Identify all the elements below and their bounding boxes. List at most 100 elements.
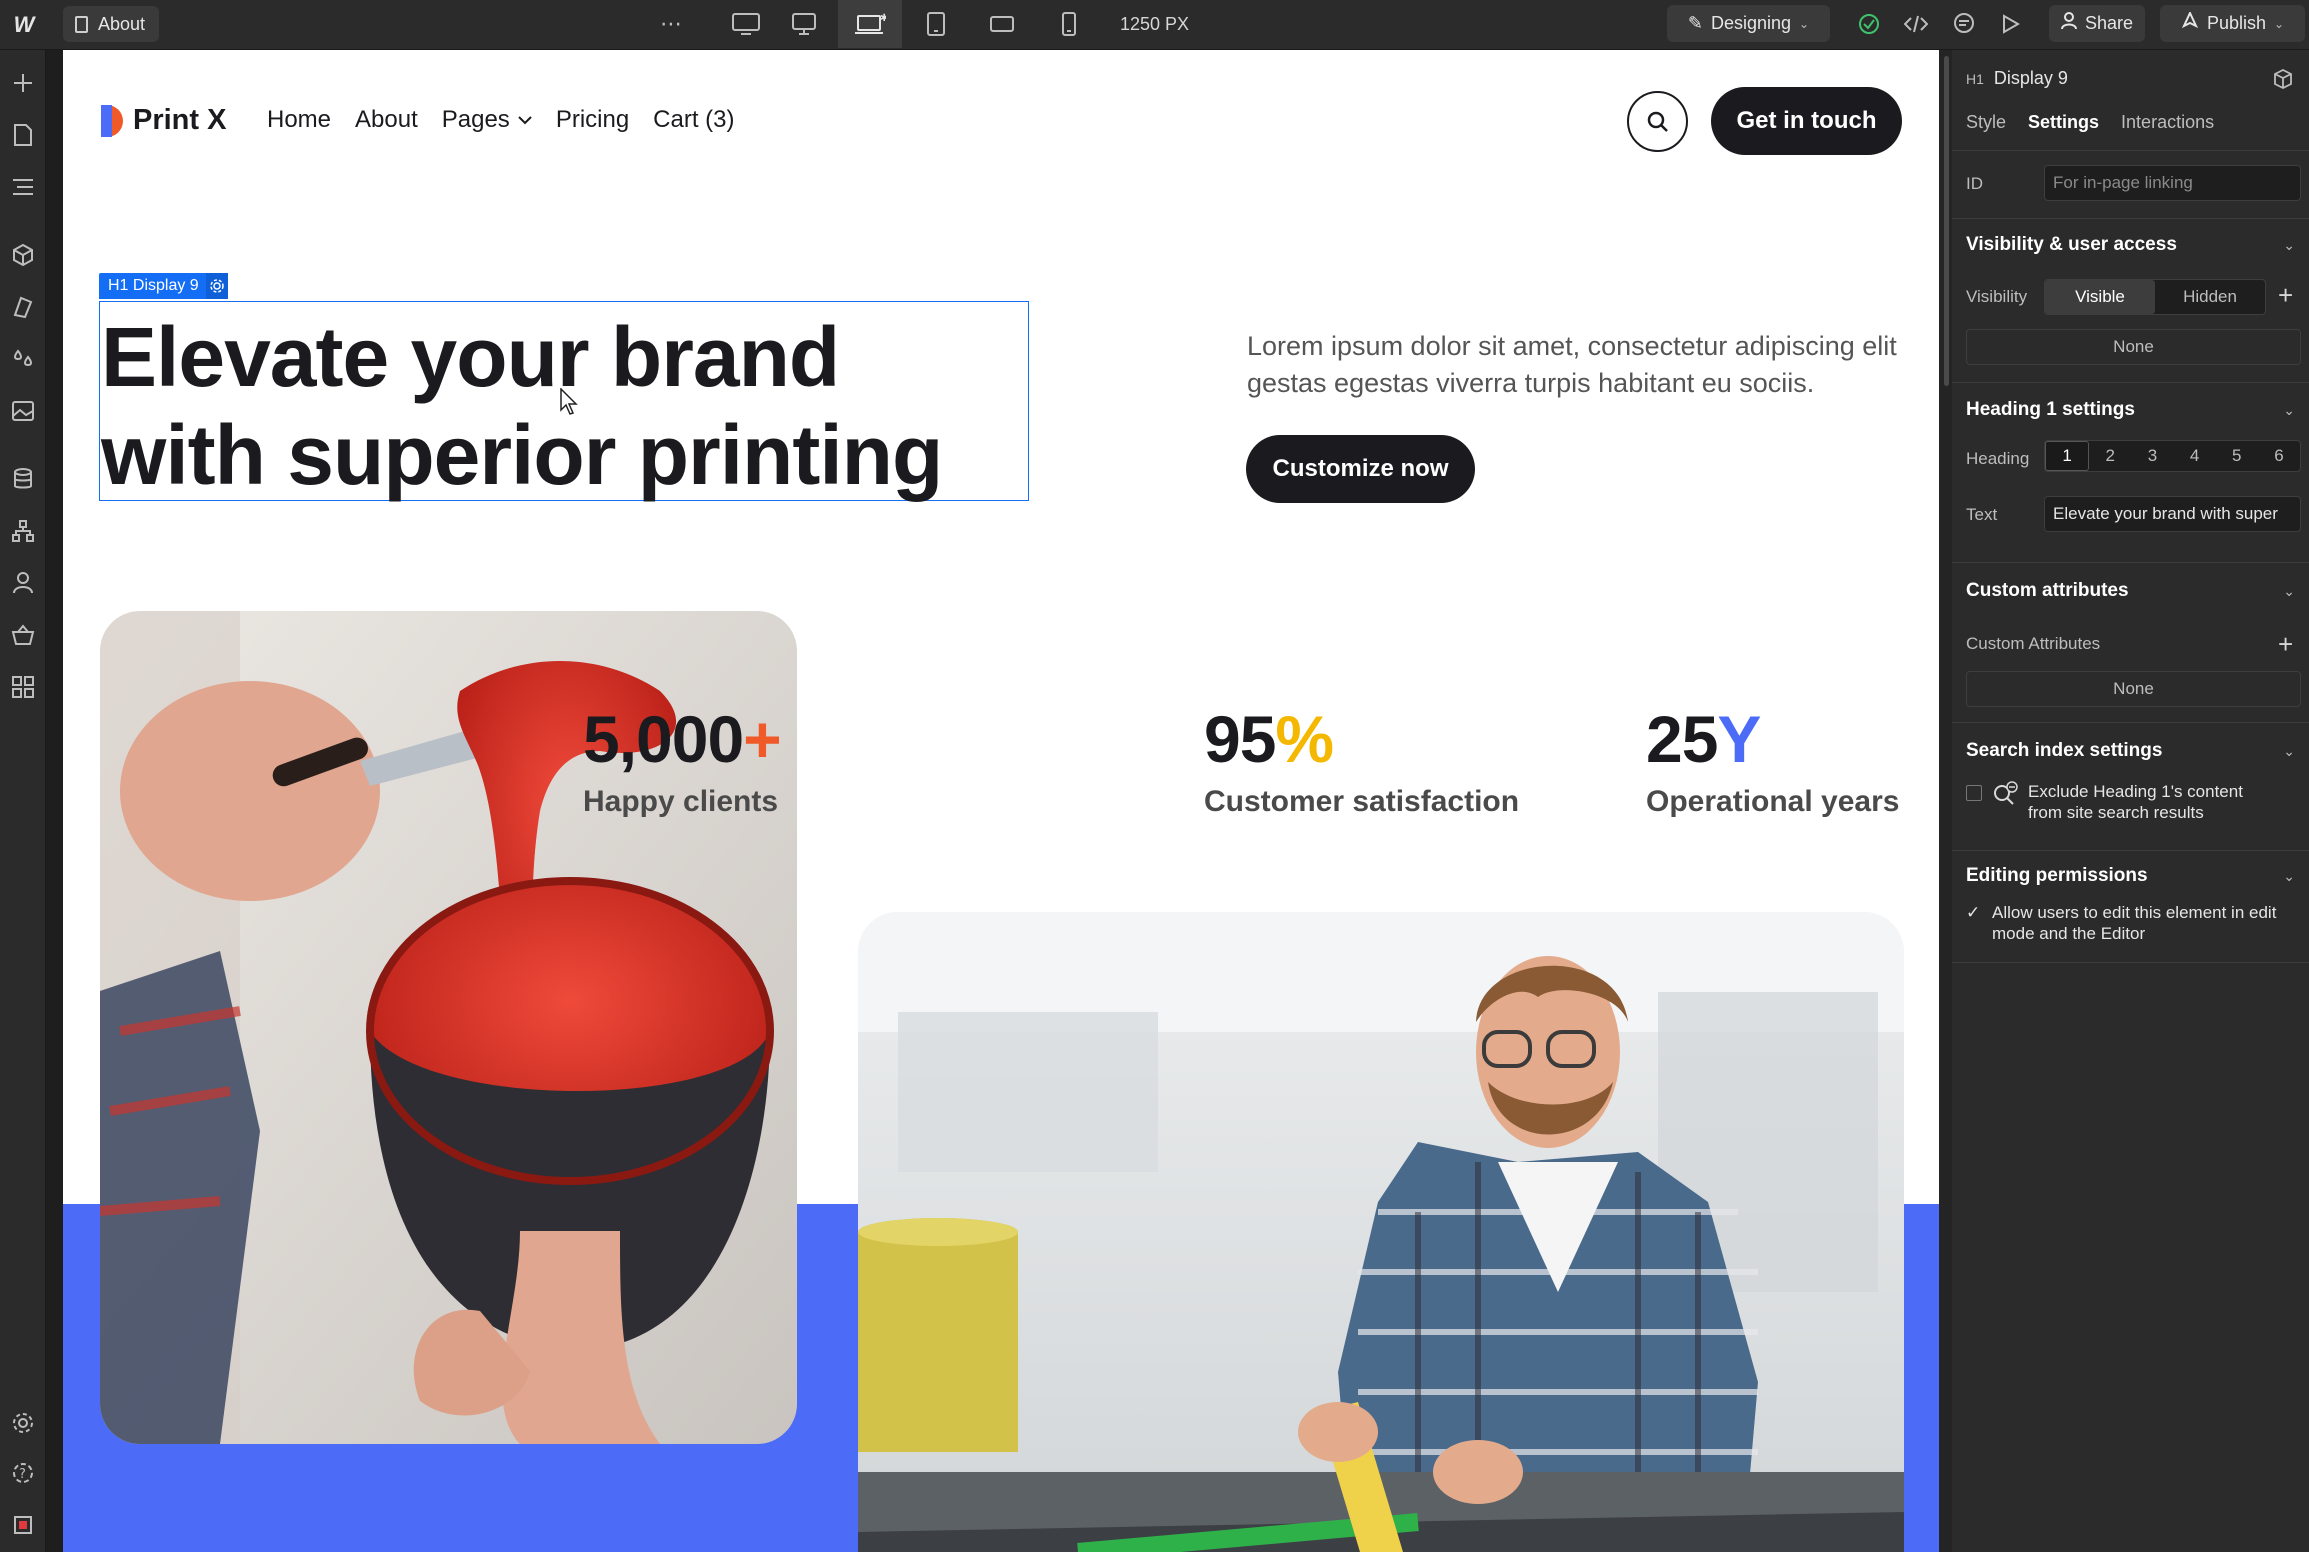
heading-text-field[interactable]: Elevate your brand with super bbox=[2044, 496, 2301, 532]
top-toolbar: W About ⋯ ✱ 1250 PX ✎ Designing ⌄ Share … bbox=[0, 0, 2309, 50]
webflow-logo-icon[interactable]: W bbox=[8, 10, 40, 40]
heading-level-4[interactable]: 4 bbox=[2174, 441, 2216, 471]
component-box-icon[interactable] bbox=[2272, 68, 2294, 95]
components-icon[interactable] bbox=[8, 240, 38, 270]
element-tag: H1 bbox=[1966, 70, 1984, 87]
allow-editing-option: ✓ Allow users to edit this element in ed… bbox=[1966, 902, 2282, 944]
user-icon bbox=[2060, 12, 2077, 35]
element-settings-gear-icon[interactable] bbox=[205, 273, 228, 299]
stat-operational-years: 25Y Operational years bbox=[1646, 698, 1899, 824]
share-button[interactable]: Share bbox=[2049, 5, 2145, 42]
navigator-icon[interactable] bbox=[8, 172, 38, 202]
nav-dropdown-pages[interactable]: Pages bbox=[442, 106, 532, 134]
custom-attributes-section-header[interactable]: Custom attributes ⌄ bbox=[1966, 580, 2295, 602]
heading-level-selector: 1 2 3 4 5 6 bbox=[2044, 440, 2301, 472]
breakpoint-desktop-icon[interactable] bbox=[780, 0, 828, 48]
custom-attributes-label: Custom Attributes bbox=[1966, 634, 2101, 653]
chevron-down-icon bbox=[518, 116, 532, 125]
stat-value: 5,000+ bbox=[583, 702, 782, 776]
heading-section-header[interactable]: Heading 1 settings ⌄ bbox=[1966, 399, 2295, 421]
selection-label[interactable]: H1 Display 9 bbox=[99, 273, 228, 299]
checkmark-icon[interactable]: ✓ bbox=[1966, 902, 1982, 944]
exclude-from-search-option: Exclude Heading 1's content from site se… bbox=[1966, 781, 2278, 823]
heading-level-1[interactable]: 1 bbox=[2045, 441, 2090, 471]
help-icon[interactable]: ? bbox=[8, 1458, 38, 1488]
variables-icon[interactable] bbox=[8, 344, 38, 374]
mouse-cursor-icon bbox=[560, 387, 580, 421]
stat-label: Operational years bbox=[1646, 785, 1900, 818]
nav-link-home[interactable]: Home bbox=[267, 106, 331, 134]
divider bbox=[1952, 382, 2309, 383]
users-icon[interactable] bbox=[8, 568, 38, 598]
visibility-label: Visibility bbox=[1966, 287, 2028, 306]
publish-button[interactable]: Publish ⌄ bbox=[2160, 5, 2305, 42]
styles-icon[interactable] bbox=[8, 292, 38, 322]
add-visibility-condition-icon[interactable]: + bbox=[2278, 282, 2293, 308]
visibility-conditions-empty: None bbox=[1966, 329, 2301, 365]
page-icon bbox=[75, 15, 88, 33]
comments-icon[interactable] bbox=[1948, 0, 1980, 48]
pages-icon[interactable] bbox=[8, 120, 38, 150]
preview-play-icon[interactable] bbox=[1997, 0, 2025, 48]
breakpoint-mobile-portrait-icon[interactable] bbox=[1045, 0, 1093, 48]
tab-interactions[interactable]: Interactions bbox=[2121, 112, 2214, 133]
add-custom-attribute-icon[interactable]: + bbox=[2278, 631, 2293, 657]
breakpoint-large-desktop-icon[interactable] bbox=[722, 0, 770, 48]
rocket-icon bbox=[2181, 10, 2199, 35]
heading-level-6[interactable]: 6 bbox=[2258, 441, 2300, 471]
nav-link-pricing[interactable]: Pricing bbox=[556, 106, 629, 134]
id-field[interactable]: For in-page linking bbox=[2044, 165, 2301, 201]
chevron-down-icon: ⌄ bbox=[1799, 16, 1810, 31]
site-logo[interactable]: Print X bbox=[101, 104, 226, 137]
visibility-section-title: Visibility & user access bbox=[1966, 234, 2177, 255]
settings-panel: H1 Display 9 Style Settings Interactions… bbox=[1952, 50, 2309, 1552]
logic-icon[interactable] bbox=[8, 516, 38, 546]
heading-text-label: Text bbox=[1966, 505, 1998, 524]
tab-settings[interactable]: Settings bbox=[2028, 112, 2099, 133]
visibility-visible-option[interactable]: Visible bbox=[2045, 280, 2155, 314]
heading-level-5[interactable]: 5 bbox=[2216, 441, 2258, 471]
chevron-down-icon: ⌄ bbox=[2283, 582, 2295, 599]
settings-gear-icon[interactable] bbox=[8, 1408, 38, 1438]
publish-label: Publish bbox=[2206, 13, 2266, 33]
mode-selector[interactable]: ✎ Designing ⌄ bbox=[1667, 5, 1830, 42]
tab-style[interactable]: Style bbox=[1966, 112, 2006, 133]
more-options-icon[interactable]: ⋯ bbox=[655, 0, 687, 48]
exclude-from-search-checkbox[interactable] bbox=[1966, 785, 1982, 801]
nav-link-about[interactable]: About bbox=[355, 106, 418, 134]
assets-icon[interactable] bbox=[8, 396, 38, 426]
editing-permissions-section-header[interactable]: Editing permissions ⌄ bbox=[1966, 865, 2295, 887]
record-icon[interactable] bbox=[8, 1510, 38, 1540]
design-canvas[interactable]: Print X Home About Pages Pricing Cart (3… bbox=[63, 50, 1939, 1552]
print-worker-photo[interactable] bbox=[858, 912, 1904, 1552]
brush-icon: ✎ bbox=[1687, 13, 1703, 33]
breakpoint-tablet-icon[interactable] bbox=[912, 0, 960, 48]
add-elements-icon[interactable] bbox=[8, 68, 38, 98]
chevron-down-icon: ⌄ bbox=[2283, 401, 2295, 418]
breakpoint-mobile-landscape-icon[interactable] bbox=[978, 0, 1026, 48]
visibility-section-header[interactable]: Visibility & user access ⌄ bbox=[1966, 234, 2295, 256]
editing-permissions-section-title: Editing permissions bbox=[1966, 865, 2148, 886]
breakpoint-base-icon[interactable]: ✱ bbox=[838, 0, 902, 48]
heading-level-2[interactable]: 2 bbox=[2089, 441, 2131, 471]
site-search-button[interactable] bbox=[1627, 91, 1688, 152]
customize-now-button[interactable]: Customize now bbox=[1246, 435, 1475, 503]
ecommerce-icon[interactable] bbox=[8, 620, 38, 650]
search-index-section-header[interactable]: Search index settings ⌄ bbox=[1966, 740, 2295, 762]
stat-customer-satisfaction: 95% Customer satisfaction bbox=[1204, 698, 1519, 824]
cms-icon[interactable] bbox=[8, 464, 38, 494]
apps-icon[interactable] bbox=[8, 672, 38, 702]
status-check-icon[interactable] bbox=[1856, 0, 1882, 48]
get-in-touch-button[interactable]: Get in touch bbox=[1711, 87, 1902, 155]
code-icon[interactable] bbox=[1900, 0, 1932, 48]
chevron-down-icon: ⌄ bbox=[2283, 742, 2295, 759]
nav-link-cart[interactable]: Cart (3) bbox=[653, 106, 734, 134]
search-icon bbox=[1647, 111, 1668, 132]
heading-level-3[interactable]: 3 bbox=[2131, 441, 2173, 471]
stat-value: 25Y bbox=[1646, 702, 1761, 776]
svg-text:?: ? bbox=[19, 1467, 26, 1482]
visibility-hidden-option[interactable]: Hidden bbox=[2155, 280, 2265, 314]
panel-tabs: Style Settings Interactions bbox=[1966, 112, 2214, 133]
page-selector[interactable]: About bbox=[63, 6, 160, 42]
canvas-scrollbar-thumb[interactable] bbox=[1944, 56, 1949, 386]
